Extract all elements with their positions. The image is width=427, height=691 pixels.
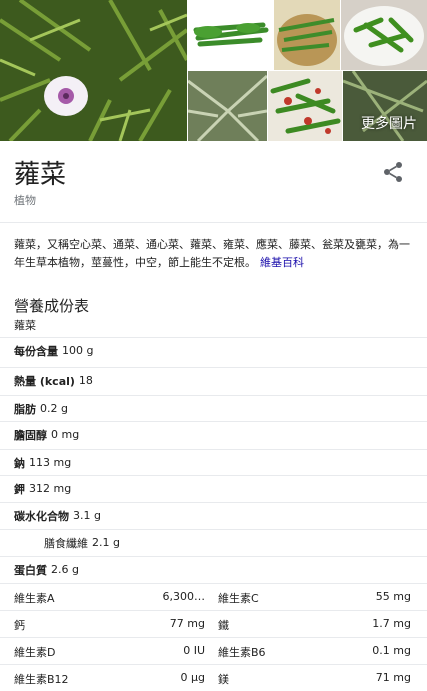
nutrition-row-protein: 蛋白質 2.6 g bbox=[0, 556, 427, 582]
nutrition-row-potassium: 鉀 312 mg bbox=[0, 475, 427, 501]
nutrient-value: 1.7 mg bbox=[372, 617, 411, 630]
nutrition-row-carbs: 碳水化合物 3.1 g bbox=[0, 502, 427, 528]
nutrition-label: 碳水化合物 bbox=[14, 509, 69, 523]
nutrient-value: 71 mg bbox=[375, 671, 411, 684]
nutrition-label: 蛋白質 bbox=[14, 563, 47, 577]
nutrition-label: 熱量 (kcal) bbox=[14, 374, 75, 388]
nutrient-label: 維生素C bbox=[218, 592, 259, 605]
main-image-flower[interactable] bbox=[0, 0, 187, 141]
wikipedia-link[interactable]: 維基百科 bbox=[260, 256, 304, 269]
nutrition-value: 18 bbox=[78, 374, 93, 387]
nutrient-label: 鐵 bbox=[218, 619, 229, 632]
nutrition-row-sodium: 鈉 113 mg bbox=[0, 449, 427, 475]
nutrition-value: 3.1 g bbox=[73, 509, 101, 522]
nutrient-label: 維生素D bbox=[14, 646, 56, 659]
nutrient-value: 0 µg bbox=[180, 671, 205, 684]
image-bundle[interactable] bbox=[188, 0, 273, 70]
image-gallery: 更多圖片 bbox=[0, 0, 427, 141]
nutrition-value: 0.2 g bbox=[40, 402, 68, 415]
nutrition-row-calories: 熱量 (kcal) 18 bbox=[0, 367, 427, 393]
nutrition-label: 鉀 bbox=[14, 482, 25, 496]
nutrition-label: 每份含量 bbox=[14, 344, 58, 358]
more-images-tile[interactable]: 更多圖片 bbox=[343, 71, 427, 141]
nutrient-label: 維生素B12 bbox=[14, 673, 69, 686]
nutrition-pair-row: 鈣 77 mg 鐵 1.7 mg bbox=[0, 610, 427, 636]
nutrition-row-cholesterol: 膽固醇 0 mg bbox=[0, 421, 427, 447]
share-icon[interactable] bbox=[381, 160, 405, 184]
nutrition-pair-row: 維生素A 6,300… 維生素C 55 mg bbox=[0, 583, 427, 609]
nutrition-value: 0 mg bbox=[51, 428, 80, 441]
nutrition-pair-row: 維生素D 0 IU 維生素B6 0.1 mg bbox=[0, 637, 427, 663]
nutrition-row-fiber: 膳食纖維 2.1 g bbox=[0, 529, 427, 555]
nutrient-value: 6,300… bbox=[162, 590, 206, 603]
nutrition-value: 100 g bbox=[62, 344, 94, 357]
nutrition-title: 營養成份表 bbox=[14, 297, 90, 315]
page-title: 蕹菜 bbox=[14, 160, 67, 190]
nutrition-value: 2.1 g bbox=[92, 536, 120, 549]
nutrition-value: 113 mg bbox=[29, 456, 72, 469]
description-text: 蕹菜，又稱空心菜、通菜、通心菜、蕹菜、雍菜、應菜、藤菜、瓮菜及甕菜，為一年生草本… bbox=[14, 238, 410, 269]
nutrient-value: 0 IU bbox=[183, 644, 205, 657]
nutrient-label: 維生素B6 bbox=[218, 646, 266, 659]
image-basket[interactable] bbox=[274, 0, 340, 70]
nutrient-label: 鈣 bbox=[14, 619, 25, 632]
image-leaves[interactable] bbox=[188, 71, 267, 141]
image-stirfry-chili[interactable] bbox=[268, 71, 342, 141]
nutrition-row-serving: 每份含量 100 g bbox=[0, 337, 427, 363]
nutrition-label: 膽固醇 bbox=[14, 428, 47, 442]
nutrient-label: 鎂 bbox=[218, 673, 229, 686]
nutrient-value: 0.1 mg bbox=[372, 644, 411, 657]
nutrition-pair-row: 維生素B12 0 µg 鎂 71 mg bbox=[0, 664, 427, 690]
nutrition-subtitle: 蕹菜 bbox=[14, 319, 36, 332]
more-images-label[interactable]: 更多圖片 bbox=[361, 113, 417, 133]
description: 蕹菜，又稱空心菜、通菜、通心菜、蕹菜、雍菜、應菜、藤菜、瓮菜及甕菜，為一年生草本… bbox=[14, 236, 414, 272]
nutrient-value: 77 mg bbox=[169, 617, 205, 630]
nutrient-label: 維生素A bbox=[14, 592, 55, 605]
image-plate-cooked[interactable] bbox=[341, 0, 427, 70]
nutrition-value: 312 mg bbox=[29, 482, 72, 495]
nutrition-row-fat: 脂肪 0.2 g bbox=[0, 395, 427, 421]
nutrient-value: 55 mg bbox=[375, 590, 411, 603]
nutrition-label: 鈉 bbox=[14, 456, 25, 470]
nutrition-label: 膳食纖維 bbox=[44, 536, 88, 550]
divider bbox=[0, 222, 427, 223]
page-subtitle: 植物 bbox=[14, 194, 36, 207]
nutrition-value: 2.6 g bbox=[51, 563, 79, 576]
nutrition-label: 脂肪 bbox=[14, 402, 36, 416]
